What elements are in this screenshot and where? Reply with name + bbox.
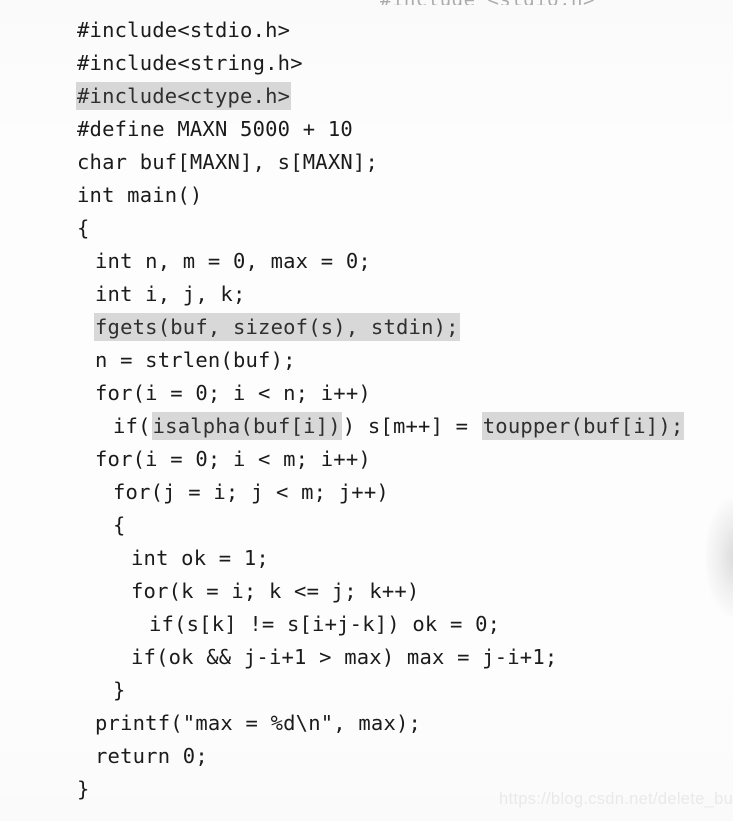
code-line: for(i = 0; i < n; i++) xyxy=(0,377,733,410)
code-span: #define MAXN 5000 + 10 xyxy=(77,117,353,141)
code-span: { xyxy=(77,216,90,240)
code-line: return 0; xyxy=(0,740,733,773)
csdn-watermark: https://blog.csdn.net/delete_bug xyxy=(499,790,733,808)
code-span: int i, j, k; xyxy=(95,282,246,306)
code-line: for(k = i; k <= j; k++) xyxy=(0,575,733,608)
code-line: if(s[k] != s[i+j-k]) ok = 0; xyxy=(0,608,733,641)
code-span: return 0; xyxy=(95,744,208,768)
code-span: } xyxy=(77,777,90,801)
code-span: if(s[k] != s[i+j-k]) ok = 0; xyxy=(149,612,501,636)
code-line: char buf[MAXN], s[MAXN]; xyxy=(0,146,733,179)
code-line: int i, j, k; xyxy=(0,278,733,311)
code-span: for(k = i; k <= j; k++) xyxy=(131,579,420,603)
code-line: for(i = 0; i < m; i++) xyxy=(0,443,733,476)
code-span: ) s[m++] = xyxy=(342,414,481,438)
code-line: { xyxy=(0,212,733,245)
code-line: #include<ctype.h> xyxy=(0,80,733,113)
scanned-code-page: #include <stdio.h> #include<stdio.h>#inc… xyxy=(0,0,733,821)
code-line: fgets(buf, sizeof(s), stdin); xyxy=(0,311,733,344)
code-span: #include<string.h> xyxy=(77,51,303,75)
code-span: } xyxy=(113,678,126,702)
code-span: int ok = 1; xyxy=(131,546,269,570)
code-line: #define MAXN 5000 + 10 xyxy=(0,113,733,146)
code-span: int main() xyxy=(77,183,203,207)
code-span: char buf[MAXN], s[MAXN]; xyxy=(77,150,379,174)
code-span: for(i = 0; i < n; i++) xyxy=(95,381,371,405)
code-span: printf("max = %d\n", max); xyxy=(95,711,422,735)
highlighted-code-span: #include<ctype.h> xyxy=(76,82,292,110)
highlighted-code-span: fgets(buf, sizeof(s), stdin); xyxy=(94,313,460,341)
code-line: for(j = i; j < m; j++) xyxy=(0,476,733,509)
code-line: int ok = 1; xyxy=(0,542,733,575)
highlighted-code-span: toupper(buf[i]); xyxy=(481,412,685,440)
code-line: #include<stdio.h> xyxy=(0,14,733,47)
code-line: printf("max = %d\n", max); xyxy=(0,707,733,740)
highlighted-code-span: isalpha(buf[i]) xyxy=(151,412,342,440)
code-span: for(i = 0; i < m; i++) xyxy=(95,447,371,471)
code-span: #include<stdio.h> xyxy=(77,18,291,42)
code-listing: #include<stdio.h> #include<string.h> #incl… xyxy=(0,14,733,806)
code-line: #include<string.h> xyxy=(0,47,733,80)
code-line: int main() xyxy=(0,179,733,212)
code-span: if( xyxy=(113,414,151,438)
code-line: n = strlen(buf); xyxy=(0,344,733,377)
code-line: if(isalpha(buf[i])) s[m++] = toupper(buf… xyxy=(0,410,733,443)
code-line: { xyxy=(0,509,733,542)
code-line: if(ok && j-i+1 > max) max = j-i+1; xyxy=(0,641,733,674)
code-span: { xyxy=(113,513,126,537)
code-span: for(j = i; j < m; j++) xyxy=(113,480,389,504)
cut-off-top-line: #include <stdio.h> xyxy=(380,0,720,5)
code-line: } xyxy=(0,674,733,707)
code-span: if(ok && j-i+1 > max) max = j-i+1; xyxy=(131,645,558,669)
code-span: int n, m = 0, max = 0; xyxy=(95,249,371,273)
code-span: n = strlen(buf); xyxy=(95,348,296,372)
code-line: int n, m = 0, max = 0; xyxy=(0,245,733,278)
